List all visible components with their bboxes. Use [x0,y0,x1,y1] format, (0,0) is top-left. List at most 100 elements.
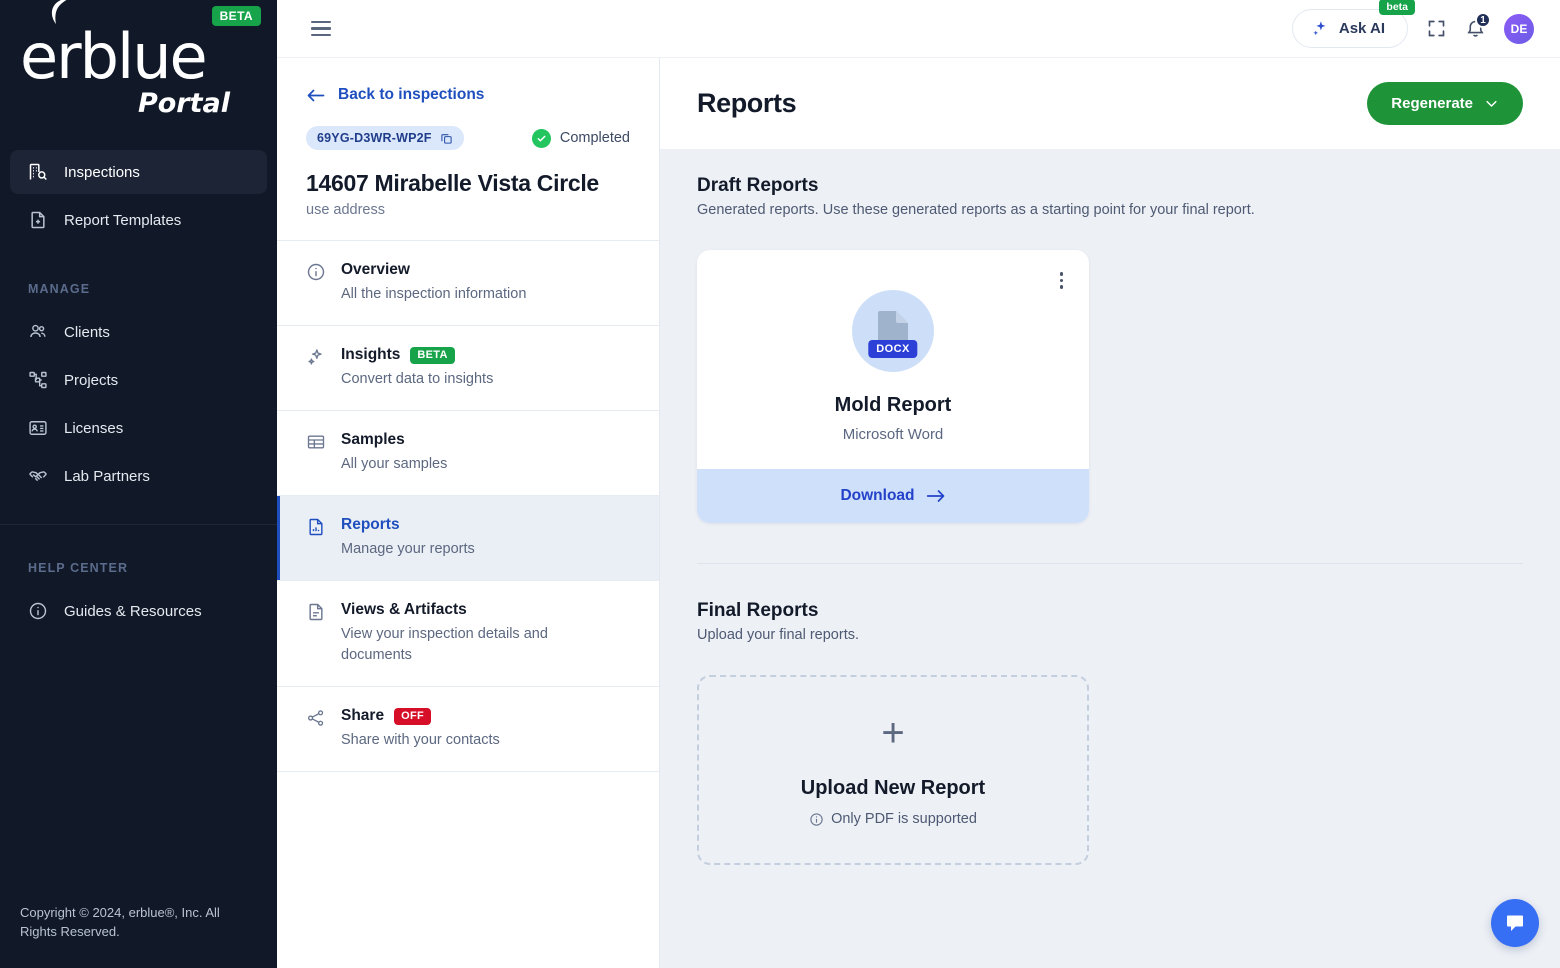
document-thumbnail: DOCX [852,290,934,372]
final-reports-title: Final Reports [697,600,819,621]
brand-beta-badge: BETA [211,6,261,26]
inspection-nav-titlerow: Reports [341,516,475,534]
reports-body: Draft Reports Generated reports. Use the… [660,149,1560,968]
sidebar-manage-nav: Clients Projects Licenses Lab Partners [0,310,277,502]
expand-icon [1428,20,1445,37]
inspection-nav-desc: Convert data to insights [341,371,494,388]
sparkles-icon [1313,21,1326,36]
report-card-body: DOCX Mold Report Microsoft Word [697,250,1089,469]
inspection-nav-title: Insights [341,346,401,364]
inspection-nav-titlerow: Views & Artifacts [341,601,581,619]
status-label: Completed [559,130,630,146]
inspection-nav-item-insights[interactable]: Insights BETA Convert data to insights [277,326,659,412]
sidebar-help-nav: Guides & Resources [0,589,277,637]
inspection-nav-title: Samples [341,431,405,449]
sidebar-item-lab-partners[interactable]: Lab Partners [10,454,267,498]
off-badge: OFF [394,707,431,725]
report-name: Mold Report [834,394,952,416]
inspection-nav-texts: Views & Artifacts View your inspection d… [341,601,581,666]
arrow-right-icon [926,490,944,502]
sidebar-item-label: Clients [64,323,110,341]
sidebar-item-projects[interactable]: Projects [10,358,267,402]
ask-ai-button[interactable]: Ask AI beta [1291,0,1415,48]
inspection-nav-title: Overview [341,261,410,278]
download-button[interactable]: Download [697,469,1089,523]
sidebar-primary-nav: Inspections Report Templates [0,150,277,246]
inspection-nav-titlerow: Overview [341,261,526,279]
sidebar-copyright: Copyright © 2024, erblue®, Inc. All Righ… [20,905,220,940]
inspection-nav-item-reports[interactable]: Reports Manage your reports [277,496,659,582]
ask-ai-beta-badge: beta [1379,0,1415,15]
chat-bubble-icon [1507,915,1523,931]
beta-badge: BETA [410,346,455,364]
id-card-icon [29,421,47,435]
copy-icon[interactable] [440,132,453,145]
page-title: 14607 Mirabelle Vista Circle [306,170,599,196]
reports-page-title: Reports [697,88,797,118]
inspection-code-chip[interactable]: 69YG-D3WR-WP2F [306,126,464,150]
sidebar-item-inspections[interactable]: Inspections [10,150,267,194]
avatar-initials: DE [1510,21,1528,36]
inspection-nav-desc: Share with your contacts [341,732,500,749]
handshake-icon [29,471,47,482]
upload-note: Only PDF is supported [809,811,977,827]
inspection-nav-title: Reports [341,516,400,534]
reports-main: Reports Regenerate Draft Reports Generat… [660,58,1560,968]
inspection-nav-desc: View your inspection details and documen… [341,626,548,664]
upload-title: Upload New Report [800,777,986,799]
sidebar-item-label: Licenses [64,419,124,437]
final-reports-section: Final Reports Upload your final reports.… [697,600,1523,865]
main-region: Ask AI beta 1 DE Back to inspections 69Y… [277,0,1560,968]
inspection-nav-desc: Manage your reports [341,541,475,558]
inspection-nav-titlerow: Share OFF [341,707,500,725]
content-row: Back to inspections 69YG-D3WR-WP2F Compl… [277,58,1560,968]
final-reports-desc: Upload your final reports. [697,627,859,643]
avatar[interactable]: DE [1504,13,1534,44]
inspection-nav: Overview All the inspection information [277,241,659,773]
inspection-nav-texts: Share OFF Share with your contacts [341,707,500,751]
top-bar: Ask AI beta 1 DE [277,0,1560,58]
sidebar-item-report-templates[interactable]: Report Templates [10,198,267,242]
brand-logo-text: erblue [20,20,208,93]
kebab-menu-icon[interactable] [1056,268,1068,293]
sidebar-item-guides-resources[interactable]: Guides & Resources [10,589,267,633]
status-badge: Completed [531,128,630,148]
inspection-nav-titlerow: Insights BETA [341,346,493,364]
chat-widget-button[interactable] [1491,899,1539,947]
reports-header: Reports Regenerate [660,58,1560,149]
inspection-nav-desc: All your samples [341,456,448,473]
back-to-inspections-link[interactable]: Back to inspections [277,58,659,104]
upload-dropzone[interactable]: + Upload New Report Only PDF is supporte… [697,675,1089,865]
regenerate-button[interactable]: Regenerate [1367,82,1523,125]
share-icon [306,707,326,751]
inspection-nav-item-views-artifacts[interactable]: Views & Artifacts View your inspection d… [277,581,659,688]
sidebar-section-help: HELP CENTER [28,561,129,575]
report-card[interactable]: DOCX Mold Report Microsoft Word Download [697,250,1089,523]
sidebar-item-label: Projects [64,371,119,389]
section-divider [697,563,1523,564]
inspection-nav-texts: Insights BETA Convert data to insights [341,346,493,390]
sidebar-item-clients[interactable]: Clients [10,310,267,354]
sitemap-icon [29,371,47,389]
plus-icon: + [881,711,905,755]
brand-logo[interactable]: erblue BETA Portal [0,0,277,150]
inspection-nav-item-share[interactable]: Share OFF Share with your contacts [277,687,659,773]
inspection-nav-texts: Samples All your samples [341,431,447,475]
file-chart-icon [306,516,326,560]
inspection-nav-item-samples[interactable]: Samples All your samples [277,411,659,497]
users-icon [30,324,46,338]
brand-portal-text: Portal [137,88,230,119]
inspection-nav-item-overview[interactable]: Overview All the inspection information [277,241,659,327]
draft-reports-title: Draft Reports [697,175,819,196]
sidebar-item-licenses[interactable]: Licenses [10,406,267,450]
expand-button[interactable] [1426,18,1447,39]
info-circle-icon [810,812,823,826]
report-type: Microsoft Word [842,426,944,443]
draft-reports-section: Draft Reports Generated reports. Use the… [697,175,1523,523]
back-link-label: Back to inspections [338,86,485,103]
app-root: erblue BETA Portal Inspections Report Te… [0,0,1560,968]
notifications-button[interactable]: 1 [1465,12,1491,39]
main-sidebar: erblue BETA Portal Inspections Report Te… [0,0,277,968]
file-plus-icon [31,211,45,229]
hamburger-icon[interactable] [311,20,331,37]
